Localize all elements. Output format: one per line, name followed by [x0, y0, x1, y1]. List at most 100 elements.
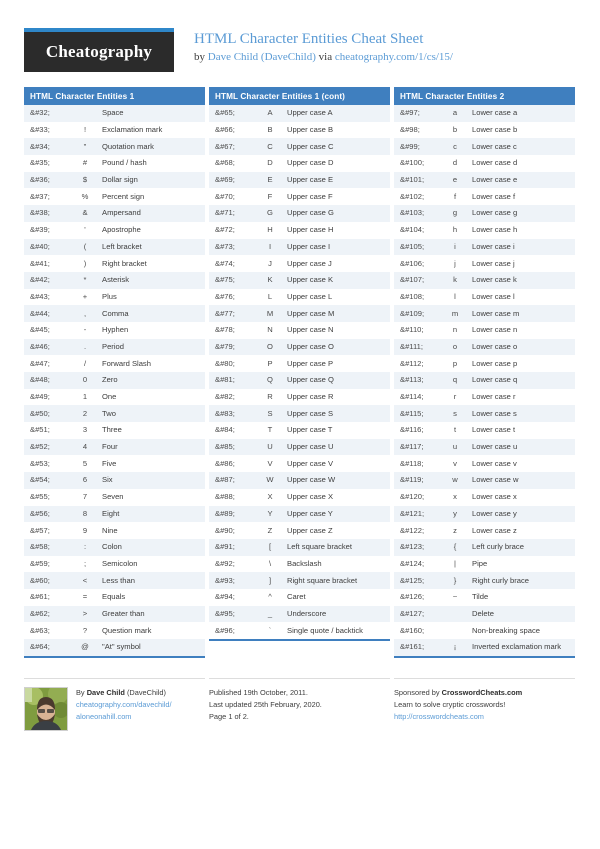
entity-character: ! [83, 125, 87, 135]
entity-code: &#90; [215, 525, 235, 535]
entity-character: 6 [82, 475, 88, 485]
page-title: HTML Character Entities Cheat Sheet [194, 31, 424, 47]
entity-description: Backslash [287, 558, 322, 568]
entity-code: &#56; [30, 508, 50, 518]
entity-character: \ [268, 558, 272, 568]
entity-description: Space [102, 108, 124, 118]
cheatography-logo[interactable]: Cheatography [24, 28, 174, 72]
entity-code: &#33; [30, 125, 50, 135]
entity-character: Z [267, 525, 273, 535]
entity-code: &#96; [215, 625, 235, 635]
entity-description: Greater than [102, 608, 145, 618]
table-row: &#46;. Period [24, 338, 205, 356]
table-row: &#40; (Left bracket [24, 238, 205, 256]
table-row: &#70; F Upper case F [209, 188, 390, 205]
entity-code: &#39; [30, 225, 50, 235]
published-date: Published 19th October, 2011. [209, 687, 308, 697]
table-row: &#126; ~ Tilde [394, 589, 575, 606]
entity-character: " [83, 141, 87, 151]
entity-description: Six [102, 475, 113, 485]
table-row: &#114; r Lower case r [394, 389, 575, 406]
author-personal-link[interactable]: aloneonahill.com [76, 711, 172, 723]
table-row: &#39; ' Apostrophe [24, 222, 205, 239]
entity-description: Underscore [287, 608, 327, 618]
entity-description: Percent sign [102, 191, 145, 201]
entity-description: Plus [102, 291, 117, 301]
entity-code: &#98; [400, 125, 420, 135]
table-row: &#113; q Lower case q [394, 372, 575, 389]
entity-character: { [453, 542, 457, 552]
entity-code: &#55; [30, 492, 50, 502]
entity-code: &#115; [400, 408, 424, 418]
table-row: &#79; O Upper case O [209, 338, 390, 356]
entity-description: Lower case y [472, 508, 517, 518]
table-heading: HTML Character Entities 1 [24, 87, 205, 105]
avatar-photo [25, 687, 67, 730]
table-row: &#71; G Upper case G [209, 205, 390, 222]
entity-character: / [83, 358, 87, 368]
entity-description: Lower case z [472, 525, 517, 535]
entity-description: Inverted exclamation mark [472, 642, 562, 652]
entity-character: . [83, 341, 87, 351]
table-body-2: &#65; A Upper case A &#66; B Upper case B &#67… [209, 105, 390, 639]
entity-description: Lower case d [472, 158, 518, 168]
sponsor-link[interactable]: http://crosswordcheats.com [394, 712, 484, 721]
entity-table-3: HTML Character Entities 2 &#97; a Lower ca… [394, 87, 575, 658]
entity-character: f [453, 191, 457, 201]
table-row: &#42; * Asterisk [24, 271, 205, 289]
entity-character: X [267, 492, 273, 502]
entity-description: Upper case T [287, 425, 333, 435]
entity-description: Lower case r [472, 392, 516, 402]
entity-character: - [83, 325, 87, 335]
entity-code: &#61; [30, 592, 50, 602]
entity-code: &#102; [400, 191, 425, 201]
entity-character: D [267, 158, 273, 168]
entity-code: &#40; [30, 241, 50, 251]
entity-character: ( [83, 241, 87, 251]
entity-description: Lower case x [472, 492, 517, 502]
entity-code: &#108; [400, 291, 425, 301]
entity-character: N [267, 325, 273, 335]
author-profile-link[interactable]: cheatography.com/davechild/ [76, 699, 172, 711]
entity-description: Semicolon [102, 558, 138, 568]
entity-character: o [452, 341, 458, 351]
entity-description: Lower case u [472, 442, 518, 452]
entity-description: Upper case W [287, 475, 336, 485]
column-1: HTML Character Entities 1 &#32; Space &#33… [24, 87, 205, 668]
entity-description: Upper case P [287, 358, 334, 368]
author-link[interactable]: Dave Child (DaveChild) [208, 51, 316, 63]
entity-code: &#105; [400, 241, 425, 251]
entity-description: Upper case C [287, 141, 334, 151]
entity-code: &#80; [215, 358, 235, 368]
table-row: &#54; 6 Six [24, 472, 205, 489]
entity-code: &#67; [215, 141, 235, 151]
entity-description: Pipe [472, 558, 488, 568]
author-by-prefix: By [76, 687, 87, 697]
entity-description: Upper case Y [287, 508, 333, 518]
entity-character: I [268, 241, 272, 251]
entity-character: h [452, 225, 458, 235]
byline-prefix: by [194, 51, 208, 63]
table-row: &#101; e Lower case e [394, 171, 575, 189]
table-row: &#69; E Upper case E [209, 171, 390, 189]
table-row: &#125;} Right curly brace [394, 572, 575, 589]
entity-character: P [267, 358, 273, 368]
table-row: &#81; Q Upper case Q [209, 372, 390, 389]
entity-code: &#62; [30, 608, 50, 618]
entity-character: ? [82, 625, 88, 635]
entity-code: &#57; [30, 525, 50, 535]
entity-code: &#111; [400, 341, 423, 351]
entity-description: Lower case l [472, 291, 515, 301]
entity-code: &#123; [400, 542, 425, 552]
entity-description: Upper case G [287, 208, 334, 218]
entity-character: a [452, 108, 458, 118]
table-row: &#118; v Lower case v [394, 455, 575, 472]
entity-code: &#79; [215, 341, 235, 351]
source-site-link[interactable]: cheatography.com/1/cs/15/ [335, 51, 453, 63]
table-row: &#87; W Upper case W [209, 472, 390, 489]
entity-description: Ampersand [102, 208, 141, 218]
entity-code: &#99; [400, 141, 420, 151]
table-row: &#80; P Upper case P [209, 355, 390, 372]
table-row: &#61; = Equals [24, 589, 205, 606]
entity-description: Lower case j [472, 258, 515, 268]
